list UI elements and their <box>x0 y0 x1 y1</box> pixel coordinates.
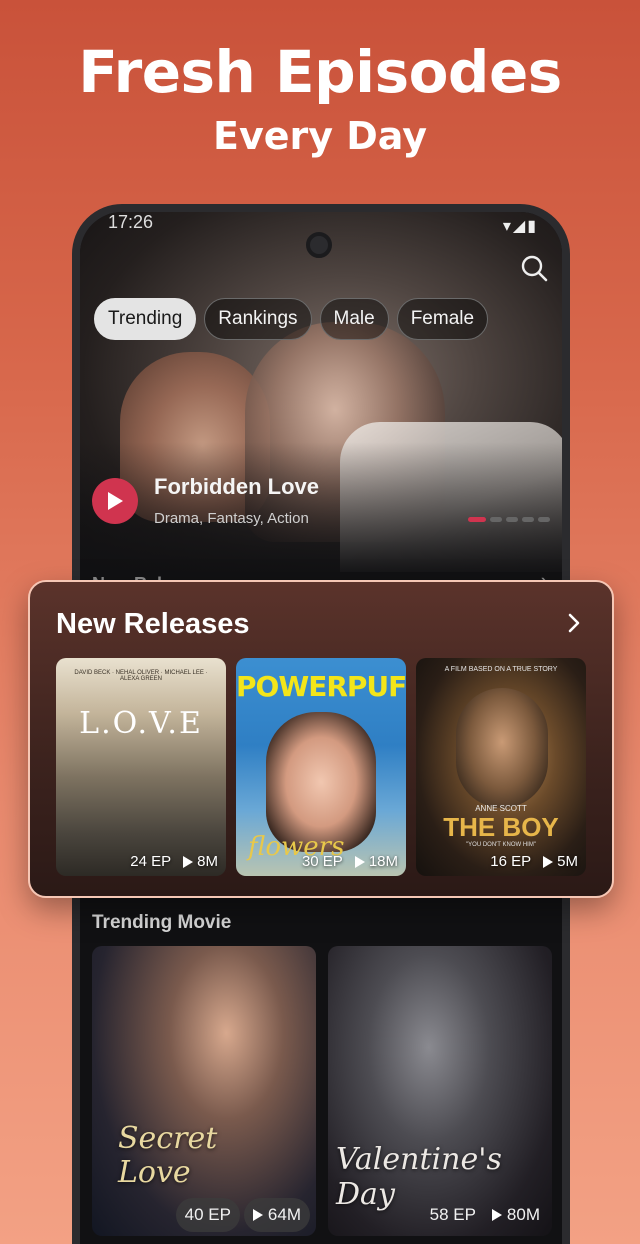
release-card-powerpuff[interactable]: POWERPUFF flowers 30 EP 18M <box>236 658 406 876</box>
poster-credits: DAVID BECK · NEHAL OLIVER · MICHAEL LEE … <box>74 670 208 682</box>
hero-play-button[interactable] <box>92 478 138 524</box>
poster-tagline: A FILM BASED ON A TRUE STORY <box>444 666 558 673</box>
view-count: 5M <box>543 853 578 870</box>
subline: Every Day <box>212 114 428 158</box>
play-icon <box>183 855 194 868</box>
episode-count: 40 EP <box>175 1198 240 1232</box>
episode-count: 24 EP <box>130 853 172 870</box>
release-meta: 30 EP 18M <box>302 853 398 870</box>
tab-trending[interactable]: Trending <box>94 298 197 340</box>
camera-cutout <box>306 232 332 258</box>
poster-portrait <box>266 712 376 852</box>
new-releases-card: New Releases DAVID BECK · NEHAL OLIVER ·… <box>28 580 614 898</box>
chevron-right-icon[interactable] <box>566 612 582 634</box>
view-count: 18M <box>354 853 398 870</box>
hero-fade <box>80 442 562 572</box>
tab-rankings[interactable]: Rankings <box>204 298 312 340</box>
view-count-text: 64M <box>267 1205 301 1224</box>
category-tabs: Trending Rankings Male Female <box>94 298 489 340</box>
view-count-text: 5M <box>557 853 578 870</box>
section-title-trending-movie: Trending Movie <box>92 912 232 933</box>
section-title-new-releases: New Releases <box>56 608 250 640</box>
poster-quote: "YOU DON'T KNOW HIM" <box>466 842 536 848</box>
episode-count-text: 40 EP <box>184 1205 231 1224</box>
release-card-the-boy[interactable]: A FILM BASED ON A TRUE STORY ANNE SCOTT … <box>416 658 586 876</box>
poster-title: POWERPUFF <box>236 670 406 703</box>
episode-count: 58 EP <box>424 1198 482 1232</box>
episode-count-text: 58 EP <box>429 1205 476 1224</box>
episode-count: 30 EP <box>301 853 343 870</box>
hero-genres: Drama, Fantasy, Action <box>154 510 309 527</box>
episode-count: 16 EP <box>490 853 532 870</box>
carousel-dot[interactable] <box>490 517 502 522</box>
movie-meta: 58 EP 80M <box>424 1198 546 1232</box>
headline: Fresh Episodes <box>78 38 562 106</box>
carousel-indicator <box>468 517 550 522</box>
carousel-dot[interactable] <box>538 517 550 522</box>
status-time: 17:26 <box>108 212 154 232</box>
poster-title: THE BOY <box>443 812 559 842</box>
view-count-text: 8M <box>197 853 218 870</box>
play-icon <box>543 855 554 868</box>
movie-card-secret-love[interactable]: Secret Love 40 EP 64M <box>92 946 316 1236</box>
tab-male[interactable]: Male <box>319 298 389 340</box>
release-meta: 16 EP 5M <box>490 853 578 870</box>
hero-title[interactable]: Forbidden Love <box>154 474 319 500</box>
poster-title: L.O.V.E <box>79 706 203 741</box>
status-icons: ▾◢▮ <box>502 218 538 235</box>
carousel-dot[interactable] <box>522 517 534 522</box>
carousel-dot[interactable] <box>468 517 486 522</box>
play-icon <box>252 1209 263 1221</box>
poster-portrait <box>456 688 548 808</box>
view-count-text: 18M <box>368 853 398 870</box>
release-card-love[interactable]: DAVID BECK · NEHAL OLIVER · MICHAEL LEE … <box>56 658 226 876</box>
view-count: 8M <box>183 853 218 870</box>
tab-female[interactable]: Female <box>396 298 489 340</box>
view-count-text: 80M <box>506 1205 540 1224</box>
poster-title: Secret Love <box>118 1121 218 1190</box>
view-count: 80M <box>486 1198 546 1232</box>
search-icon[interactable] <box>520 254 548 282</box>
play-icon <box>491 1209 502 1221</box>
carousel-dot[interactable] <box>506 517 518 522</box>
release-meta: 24 EP 8M <box>130 853 218 870</box>
play-icon <box>354 855 365 868</box>
movie-meta: 40 EP 64M <box>175 1198 310 1232</box>
view-count: 64M <box>243 1198 310 1232</box>
play-icon <box>108 492 123 510</box>
movie-card-valentines-day[interactable]: Valentine's Day 58 EP 80M <box>328 946 552 1236</box>
